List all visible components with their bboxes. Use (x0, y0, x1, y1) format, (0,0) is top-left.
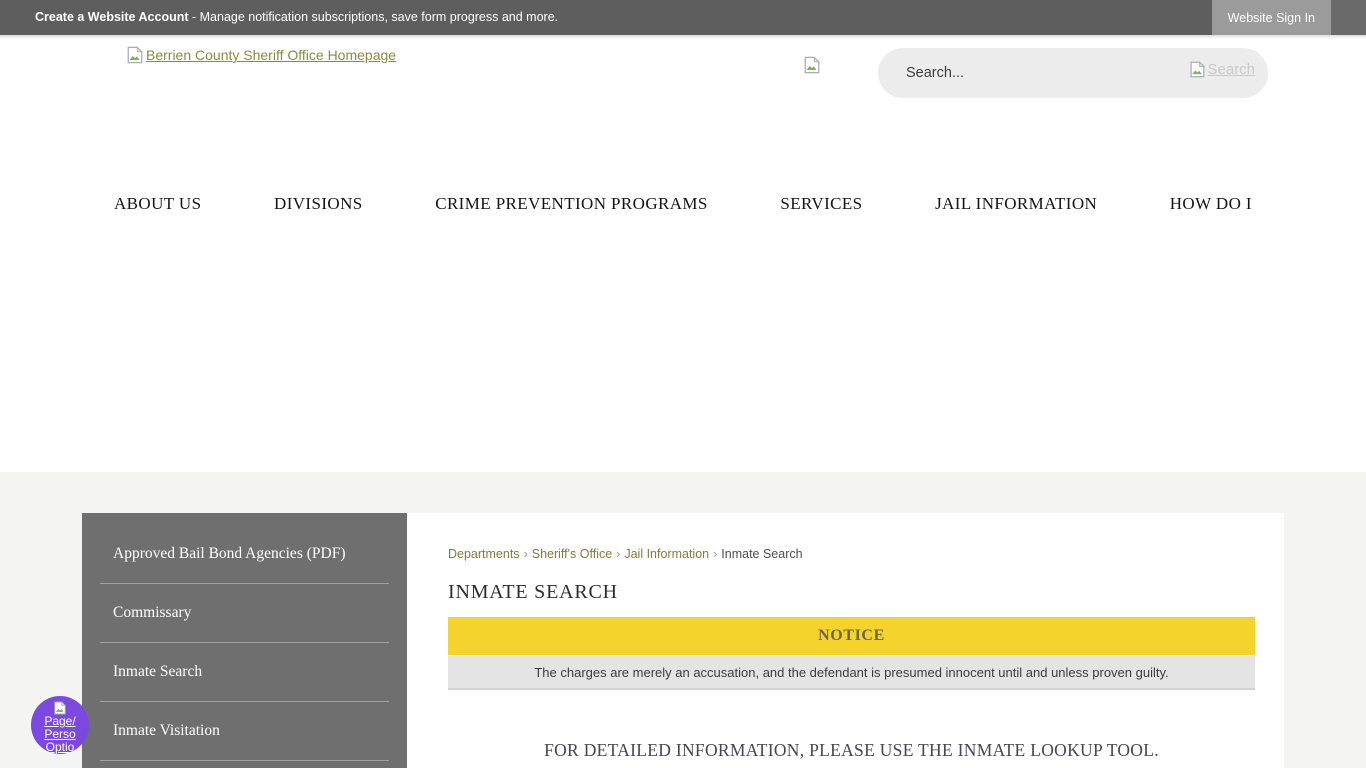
sidebar: Approved Bail Bond Agencies (PDF) Commis… (82, 513, 407, 768)
breadcrumb-sheriffs-office[interactable]: Sheriff's Office (532, 547, 612, 561)
search-button-alt-text: Search (1207, 61, 1255, 78)
search-box: Search (878, 48, 1268, 98)
sidebar-item-inmate-visitation[interactable]: Inmate Visitation (100, 702, 389, 761)
widget-alt-line2: Perso (44, 727, 75, 741)
widget-alt-line1: Page/ (44, 714, 75, 728)
nav-item-crime-prevention-programs[interactable]: CRIME PREVENTION PROGRAMS (435, 194, 708, 214)
website-sign-in-button[interactable]: Website Sign In (1212, 0, 1331, 35)
widget-alt-line3: Optio (46, 740, 75, 754)
notice-banner: NOTICE (448, 617, 1255, 655)
search-input[interactable] (906, 48, 1156, 98)
main-navigation: ABOUT US DIVISIONS CRIME PREVENTION PROG… (0, 194, 1366, 214)
breadcrumb-jail-information[interactable]: Jail Information (624, 547, 709, 561)
breadcrumb-current: Inmate Search (721, 547, 802, 561)
sidebar-item-inmate-search[interactable]: Inmate Search (100, 643, 389, 702)
utility-bar: Create a Website Account - Manage notifi… (0, 0, 1366, 35)
homepage-logo-link[interactable]: Berrien County Sheriff Office Homepage (126, 46, 396, 64)
create-account-link[interactable]: Create a Website Account - Manage notifi… (35, 10, 558, 24)
broken-image-icon (53, 701, 67, 715)
header-divider (0, 35, 1366, 39)
create-account-label: Create a Website Account (35, 10, 189, 24)
utility-bar-edge (1331, 0, 1366, 35)
broken-image-icon (126, 46, 144, 64)
page: Create a Website Account - Manage notifi… (0, 0, 1366, 768)
nav-item-services[interactable]: SERVICES (780, 194, 862, 214)
breadcrumb-separator: › (616, 547, 620, 561)
broken-image-icon (803, 56, 821, 74)
page-title: INMATE SEARCH (448, 581, 1255, 604)
nav-item-jail-information[interactable]: JAIL INFORMATION (935, 194, 1097, 214)
lookup-tool-statement: FOR DETAILED INFORMATION, PLEASE USE THE… (448, 740, 1255, 761)
content-section: Approved Bail Bond Agencies (PDF) Commis… (0, 472, 1366, 768)
create-account-description: - Manage notification subscriptions, sav… (189, 10, 559, 24)
page-personalization-widget-button[interactable]: Page/ Perso Optio (31, 696, 89, 754)
breadcrumb-separator: › (524, 547, 528, 561)
breadcrumb: Departments › Sheriff's Office › Jail Inform… (448, 547, 1255, 561)
nav-item-about-us[interactable]: ABOUT US (114, 194, 201, 214)
sidebar-item-commissary[interactable]: Commissary (100, 584, 389, 643)
search-button[interactable]: Search (1189, 61, 1255, 78)
notice-disclaimer: The charges are merely an accusation, an… (448, 656, 1255, 690)
homepage-logo-alt-text: Berrien County Sheriff Office Homepage (146, 47, 396, 63)
nav-item-how-do-i[interactable]: HOW DO I (1170, 194, 1252, 214)
breadcrumb-separator: › (713, 547, 717, 561)
sidebar-item-approved-bail-bond-agencies[interactable]: Approved Bail Bond Agencies (PDF) (100, 525, 389, 584)
nav-item-divisions[interactable]: DIVISIONS (274, 194, 363, 214)
broken-image-icon (1189, 61, 1206, 78)
main-content: Departments › Sheriff's Office › Jail Inform… (407, 513, 1284, 768)
breadcrumb-departments[interactable]: Departments (448, 547, 520, 561)
